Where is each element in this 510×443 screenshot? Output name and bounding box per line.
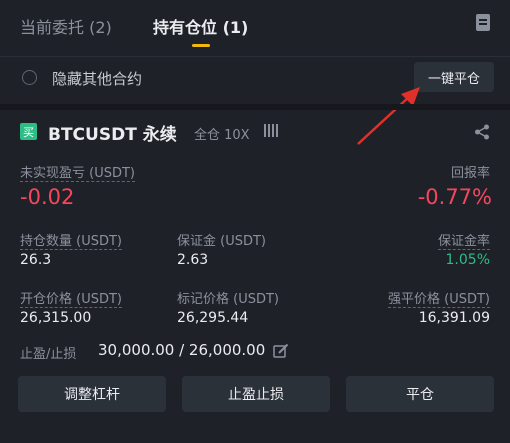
margin-mode-label: 全仓 10X	[194, 128, 250, 143]
share-icon[interactable]	[474, 124, 490, 140]
tpsl-value: 30,000.00 / 26,000.00	[98, 341, 266, 359]
entry-price-label[interactable]: 开仓价格 (USDT)	[20, 288, 122, 308]
edit-icon[interactable]	[273, 343, 289, 359]
position-size-value: 26.3	[20, 252, 52, 268]
entry-price-value: 26,315.00	[20, 310, 92, 326]
position-size-label[interactable]: 持仓数量 (USDT)	[20, 230, 122, 250]
document-icon[interactable]	[476, 14, 490, 31]
section-divider	[0, 104, 510, 110]
tpsl-label: 止盈/止损	[20, 347, 77, 362]
margin-value: 2.63	[177, 252, 209, 268]
margin-ratio-label[interactable]: 保证金率	[437, 230, 490, 250]
position-tabs: 当前委托 (2) 持有仓位 (1)	[0, 0, 510, 56]
symbol-title[interactable]: BTCUSDT 永续	[48, 120, 177, 145]
close-all-button[interactable]: 一键平仓	[414, 62, 494, 92]
close-position-button[interactable]: 平仓	[346, 376, 494, 412]
liquidation-price-label[interactable]: 强平价格 (USDT)	[388, 288, 490, 308]
tab-open-orders[interactable]: 当前委托 (2)	[20, 14, 112, 38]
margin-ratio-value: 1.05%	[445, 252, 490, 268]
tab-positions[interactable]: 持有仓位 (1)	[153, 14, 248, 38]
unrealized-pnl-value: -0.02	[20, 185, 75, 209]
hide-other-contracts-radio[interactable]	[22, 70, 37, 85]
hide-other-contracts-label: 隐藏其他合约	[52, 70, 143, 88]
divider	[0, 56, 510, 57]
mark-price-label: 标记价格 (USDT)	[177, 292, 279, 307]
adjust-leverage-button[interactable]: 调整杠杆	[18, 376, 166, 412]
mark-price-value: 26,295.44	[177, 310, 249, 326]
active-tab-indicator	[192, 44, 210, 47]
liquidation-price-value: 16,391.09	[418, 310, 490, 326]
position-header: 买 BTCUSDT 永续 全仓 10X	[0, 118, 510, 148]
filter-row: 隐藏其他合约 一键平仓	[0, 60, 510, 100]
roe-value: -0.77%	[417, 185, 492, 209]
level-bars-icon	[264, 124, 280, 137]
margin-label: 保证金 (USDT)	[177, 234, 266, 249]
roe-label: 回报率	[450, 166, 490, 181]
side-badge: 买	[20, 123, 37, 140]
unrealized-pnl-label[interactable]: 未实现盈亏 (USDT)	[20, 162, 135, 182]
tpsl-button[interactable]: 止盈止损	[182, 376, 330, 412]
